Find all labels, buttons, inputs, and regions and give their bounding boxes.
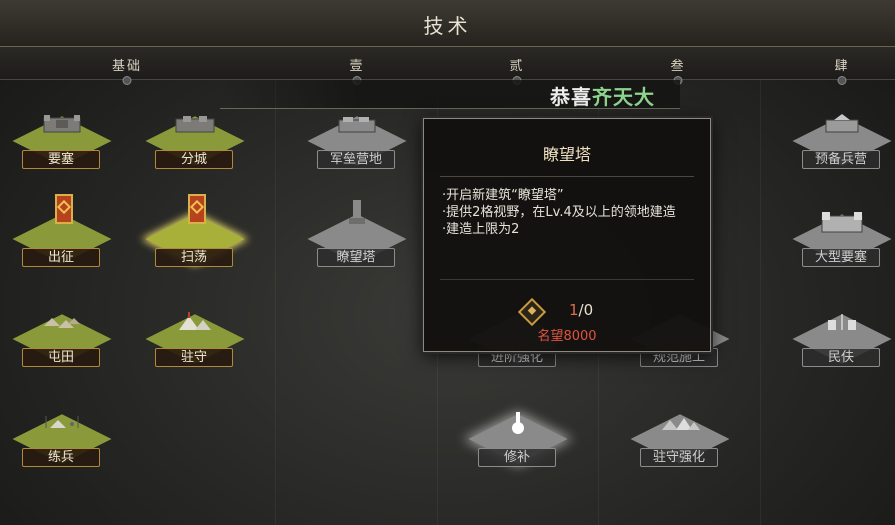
progress-current: 1 <box>569 301 579 319</box>
tier-label-basic: 基础 <box>111 59 143 74</box>
tents-icon <box>179 312 211 330</box>
node-label: 扫荡 <box>155 248 233 267</box>
notification-banner: 恭喜齐天大 <box>220 80 680 109</box>
node-label: 要塞 <box>22 150 100 169</box>
node-label: 大型要塞 <box>802 248 880 267</box>
column-divider <box>275 80 276 525</box>
banner-message: 恭喜齐天大 <box>550 81 655 110</box>
tooltip-desc-line: ·提供2格视野，在Lv.4及以上的领地建造 <box>442 205 676 220</box>
node-label: 预备兵营 <box>802 150 880 169</box>
tech-node-daxingyaosai[interactable]: 大型要塞 <box>792 198 892 282</box>
banner-highlight: 齐天大 <box>592 85 655 109</box>
war-banner-icon <box>55 194 73 224</box>
tier-label-4: 肆 <box>834 59 850 74</box>
fortress-icon <box>43 115 81 133</box>
tooltip-divider <box>440 176 694 177</box>
node-label: 屯田 <box>22 348 100 367</box>
node-label: 驻守强化 <box>640 448 718 467</box>
barracks-icon <box>338 117 376 133</box>
tier-label-3: 叁 <box>670 59 686 74</box>
war-banner-icon <box>188 194 206 224</box>
tech-node-fencheng[interactable]: 分城 <box>145 100 245 184</box>
tech-node-tuntian[interactable]: 屯田 <box>12 298 112 382</box>
tech-node-yaosai[interactable]: 要塞 <box>12 100 112 184</box>
banner-prefix: 恭喜 <box>550 85 592 109</box>
tech-node-yubeibingying[interactable]: 预备兵营 <box>792 100 892 184</box>
tech-node-zhushouqianghua[interactable]: 驻守强化 <box>630 398 730 482</box>
farm-huts-icon <box>44 318 80 328</box>
tier-label-2: 贰 <box>509 59 525 74</box>
tech-node-minfu[interactable]: 民伕 <box>792 298 892 382</box>
page-title: 技术 <box>423 14 472 38</box>
title-bar: 技术 <box>0 0 895 47</box>
training-camp-icon <box>45 416 79 428</box>
node-label: 出征 <box>22 248 100 267</box>
garrison-tents-icon <box>662 418 700 430</box>
tier-header: 基础 壹 贰 叁 肆 <box>0 47 895 80</box>
tooltip-progress: 1/0 <box>569 301 593 319</box>
tier-marker <box>837 76 847 85</box>
tech-node-zhushou[interactable]: 驻守 <box>145 298 245 382</box>
tier-label-1: 壹 <box>349 59 365 74</box>
node-label: 练兵 <box>22 448 100 467</box>
branch-city-icon <box>175 116 215 133</box>
repair-icon <box>512 412 524 434</box>
node-label: 分城 <box>155 150 233 169</box>
node-label: 民伕 <box>802 348 880 367</box>
tech-tooltip: 瞭望塔 ·开启新建筑“瞭望塔” ·提供2格视野，在Lv.4及以上的领地建造 ·建… <box>423 118 711 352</box>
tech-point-icon <box>517 297 547 327</box>
tooltip-desc-line: ·开启新建筑“瞭望塔” <box>442 188 564 203</box>
node-label: 驻守 <box>155 348 233 367</box>
tech-node-saodang[interactable]: 扫荡 <box>145 194 245 282</box>
tier-marker <box>122 76 132 85</box>
node-label: 修补 <box>478 448 556 467</box>
column-divider <box>760 80 761 525</box>
progress-max: 0 <box>583 301 594 319</box>
tech-node-junleiyingdi[interactable]: 军垒营地 <box>307 100 407 184</box>
tooltip-divider <box>440 279 694 280</box>
tooltip-desc-line: ·建造上限为2 <box>442 222 520 237</box>
tech-node-xiubu[interactable]: 修补 <box>468 398 568 482</box>
node-label: 瞭望塔 <box>317 248 395 267</box>
large-fortress-icon <box>821 212 863 233</box>
tech-node-chuzheng[interactable]: 出征 <box>12 194 112 282</box>
tech-node-liaowangta[interactable]: 瞭望塔 <box>307 198 407 282</box>
tooltip-title: 瞭望塔 <box>542 145 591 164</box>
laborers-icon <box>828 314 856 330</box>
tooltip-requirement: 名望8000 <box>537 329 597 344</box>
tech-node-lianbing[interactable]: 练兵 <box>12 398 112 482</box>
tooltip-description: ·开启新建筑“瞭望塔” ·提供2格视野，在Lv.4及以上的领地建造 ·建造上限为… <box>442 187 697 238</box>
watchtower-icon <box>349 200 365 224</box>
reserve-barracks-icon <box>825 114 859 133</box>
node-label: 军垒营地 <box>317 150 395 169</box>
